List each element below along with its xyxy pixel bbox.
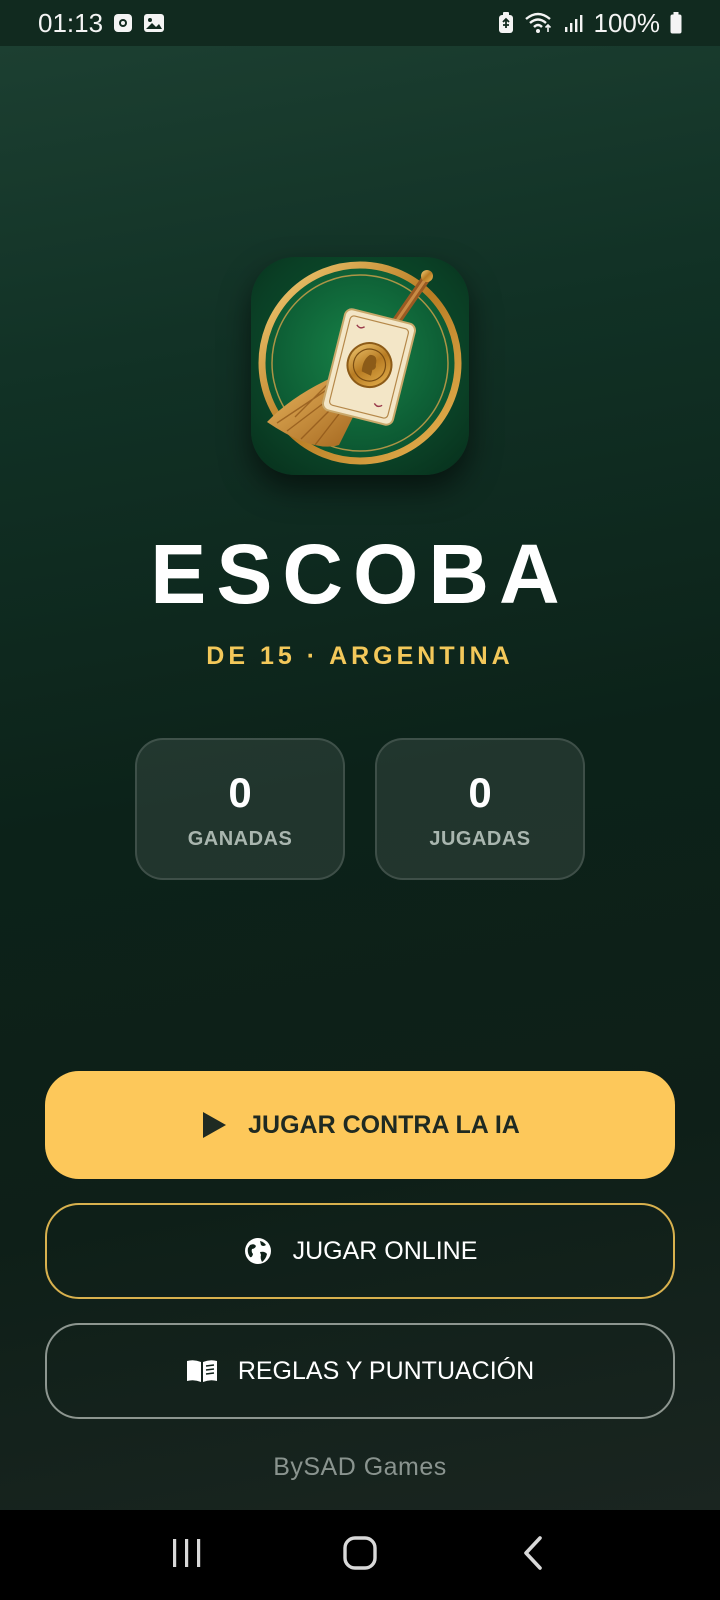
back-icon	[521, 1535, 545, 1576]
play-online-label: JUGAR ONLINE	[292, 1236, 478, 1265]
rules-button[interactable]: REGLAS Y PUNTUACIÓN	[45, 1323, 675, 1419]
home-icon	[342, 1535, 378, 1576]
status-bar: 01:13 100%	[0, 0, 720, 46]
app-title: ESCOBA	[150, 527, 570, 621]
play-icon	[200, 1110, 228, 1140]
play-ai-label: JUGAR CONTRA LA IA	[248, 1110, 520, 1139]
signal-icon	[564, 13, 584, 33]
book-icon	[186, 1358, 218, 1384]
main-menu: ESCOBA DE 15 · ARGENTINA 0 GANADAS 0 JUG…	[0, 46, 720, 1510]
screen-record-icon	[113, 13, 133, 33]
home-button[interactable]	[320, 1525, 400, 1585]
image-icon	[143, 13, 165, 33]
status-left: 01:13	[38, 8, 165, 39]
battery-saver-icon	[498, 12, 514, 34]
wifi-icon	[524, 12, 554, 34]
battery-text: 100%	[593, 7, 661, 38]
status-time: 01:13	[38, 7, 104, 38]
recents-button[interactable]	[147, 1525, 227, 1585]
escoba-logo-icon	[251, 257, 469, 475]
footer-credit: BySAD Games	[273, 1453, 447, 1481]
play-online-button[interactable]: JUGAR ONLINE	[45, 1203, 675, 1299]
stat-card-wins: 0 GANADAS	[135, 738, 345, 880]
stat-played-value: 0	[468, 769, 492, 816]
stat-wins-label: GANADAS	[187, 828, 293, 850]
back-button[interactable]	[493, 1525, 573, 1585]
system-nav-bar	[0, 1510, 720, 1600]
play-ai-button[interactable]: JUGAR CONTRA LA IA	[45, 1071, 675, 1179]
globe-icon	[243, 1236, 273, 1266]
app-subtitle: DE 15 · ARGENTINA	[206, 642, 514, 670]
battery-icon	[670, 12, 682, 34]
recents-icon	[170, 1537, 204, 1574]
status-right: 100%	[498, 8, 683, 39]
stat-wins-value: 0	[228, 769, 252, 816]
stat-card-played: 0 JUGADAS	[375, 738, 585, 880]
stat-played-label: JUGADAS	[429, 828, 531, 850]
rules-label: REGLAS Y PUNTUACIÓN	[237, 1356, 535, 1385]
